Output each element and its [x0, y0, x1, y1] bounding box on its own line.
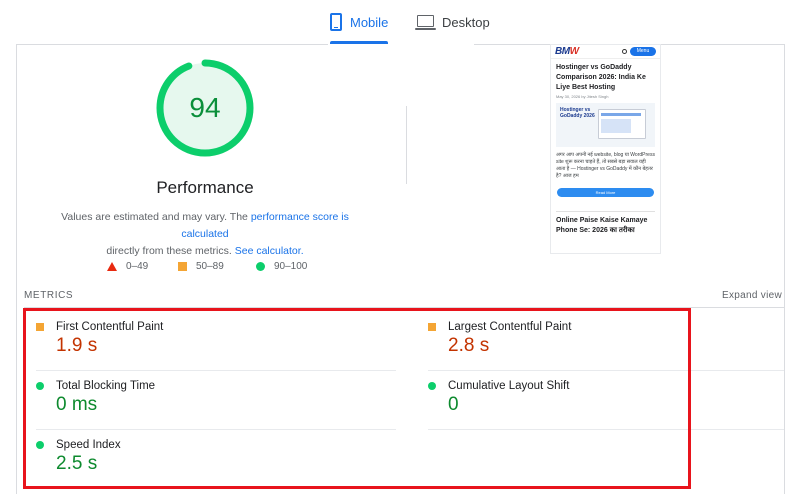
laptop-icon: [415, 15, 436, 30]
legend-good-label: 90–100: [274, 260, 308, 272]
performance-title: Performance: [156, 178, 254, 197]
tab-desktop[interactable]: Desktop: [415, 0, 490, 44]
tab-mobile-label: Mobile: [350, 14, 389, 30]
metrics-highlight-box: [23, 308, 691, 489]
phone-icon: [330, 13, 342, 31]
performance-score: 94: [189, 92, 221, 123]
preview-post-meta: May 30, 2026 by Jitesh Singh: [556, 94, 609, 99]
site-logo: BMW: [555, 46, 579, 57]
active-tab-indicator: [330, 41, 389, 44]
metrics-heading: METRICS: [24, 290, 74, 301]
preview-menu-button: Menu: [630, 47, 656, 56]
thumbnail-panel: [601, 119, 631, 133]
legend-average-label: 50–89: [196, 260, 224, 272]
device-tabs: Mobile Desktop: [0, 0, 800, 44]
card-border-right: [784, 44, 785, 494]
card-border-top-left: [16, 44, 328, 45]
logo-accent: W: [569, 46, 579, 57]
preview-post-title: Hostinger vs GoDaddy Comparison 2026: In…: [556, 64, 646, 91]
tab-mobile[interactable]: Mobile: [330, 0, 389, 44]
logo-main: BM: [555, 46, 570, 57]
legend-good: 90–100: [256, 259, 307, 273]
page-screenshot-preview: BMW Menu Hostinger vs GoDaddy Comparison…: [550, 44, 661, 254]
green-circle-icon: [256, 261, 265, 271]
preview-search-icon: [622, 49, 627, 54]
vertical-divider: [406, 106, 407, 184]
legend-average: 50–89: [178, 259, 224, 273]
legend-poor-label: 0–49: [126, 260, 149, 272]
preview-next-title: Online Paise Kaise Kamaye Phone Se: 2026…: [556, 217, 648, 234]
expand-view-button[interactable]: Expand view: [722, 290, 782, 301]
orange-square-icon: [178, 261, 187, 271]
thumbnail-bar: [601, 113, 641, 116]
preview-thumbnail: Hostinger vs GoDaddy 2026: [556, 103, 655, 147]
card-border-left: [16, 44, 17, 494]
red-triangle-icon: [107, 261, 117, 271]
preview-excerpt: अगर आप अपनी नई website, blog या WordPres…: [556, 152, 655, 179]
tab-desktop-label: Desktop: [442, 14, 490, 30]
note-text-1: Values are estimated and may vary. The: [61, 211, 251, 223]
legend-poor: 0–49: [107, 259, 148, 273]
note-text-2: directly from these metrics.: [106, 245, 235, 257]
thumbnail-caption: Hostinger vs GoDaddy 2026: [560, 107, 595, 119]
preview-read-more-button: Read More: [557, 188, 654, 197]
score-note: Values are estimated and may vary. The p…: [40, 209, 370, 260]
preview-header: BMW Menu: [551, 45, 660, 59]
see-calculator-link[interactable]: See calculator.: [235, 245, 304, 257]
